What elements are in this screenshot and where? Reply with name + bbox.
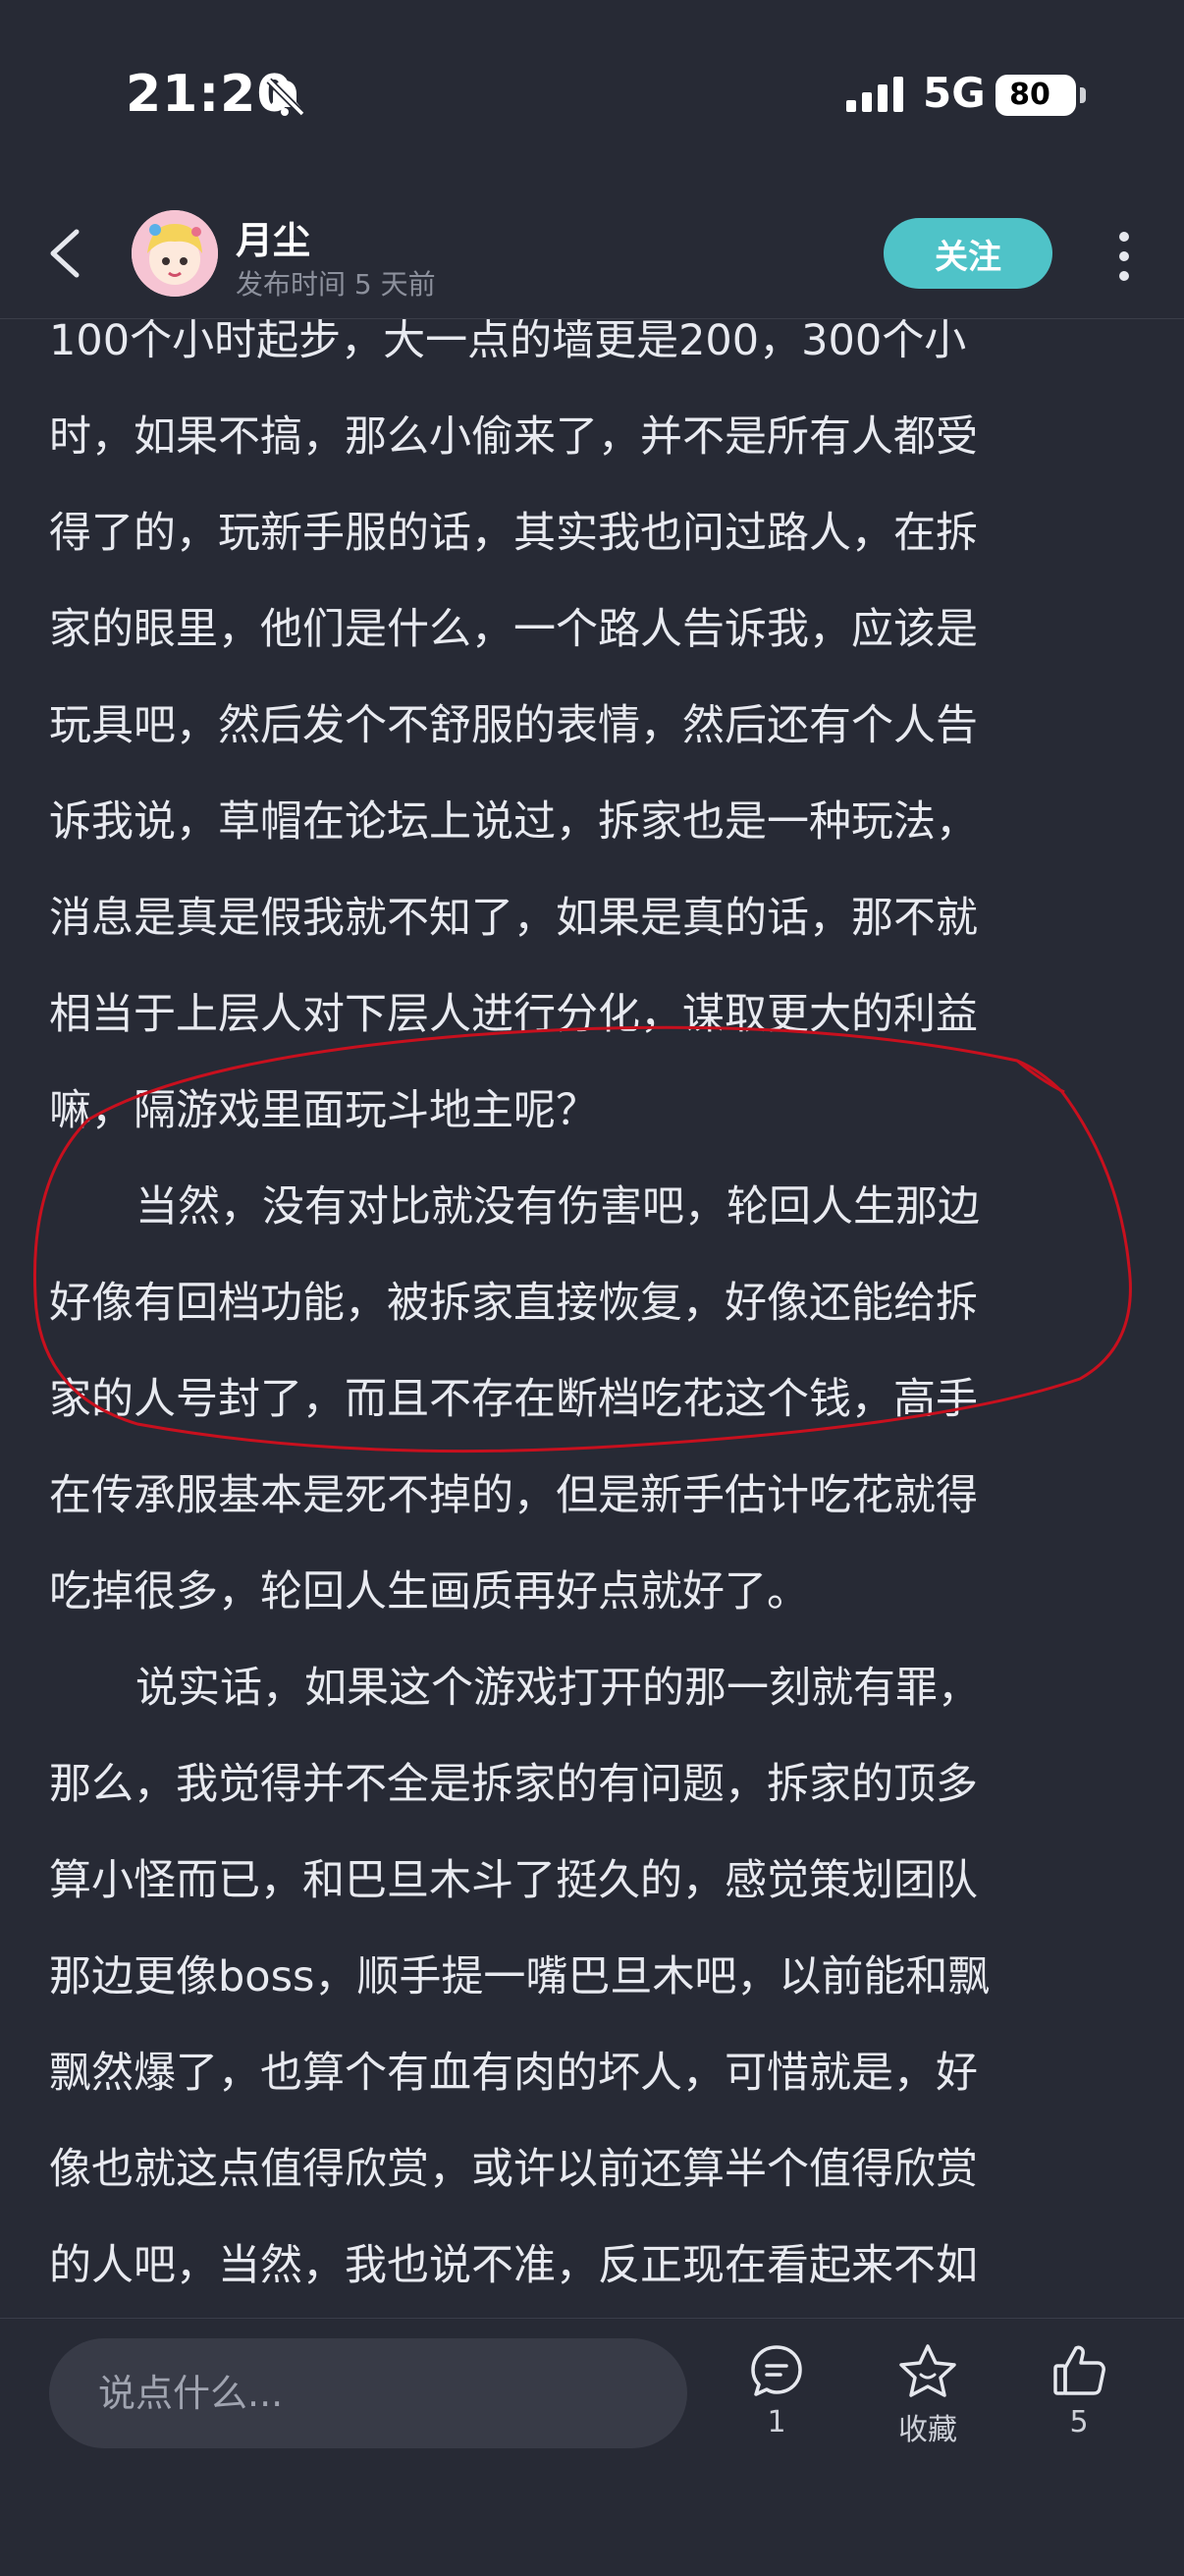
comment-icon	[751, 2345, 802, 2396]
article-line: 说实话，如果这个游戏打开的那一刻就有罪，	[135, 1664, 980, 1713]
favorite-button[interactable]: 收藏	[874, 2342, 982, 2448]
article-line: 100个小时起步，大一点的墙更是200，300个小	[49, 316, 967, 365]
article-line: 像也就这点值得欣赏，或许以前还算半个值得欣赏	[49, 2145, 978, 2194]
favorite-label: 收藏	[898, 2413, 957, 2447]
article-line: 玩具吧，然后发个不舒服的表情，然后还有个人告	[49, 701, 978, 750]
publish-time: 发布时间 5 天前	[236, 268, 436, 301]
article-line: 吃掉很多，轮回人生画质再好点就好了。	[49, 1567, 809, 1617]
article-line: 在传承服基本是死不掉的，但是新手估计吃花就得	[49, 1471, 978, 1520]
article-line: 家的人号封了，而且不存在断档吃花这个钱，高手	[49, 1375, 978, 1424]
author-name[interactable]: 月尘	[236, 210, 310, 264]
article-line: 相当于上层人对下层人进行分化，谋取更大的利益	[49, 990, 978, 1039]
battery-icon: 80	[996, 75, 1086, 116]
thumbs-up-icon	[1053, 2345, 1105, 2395]
article-line: 时，如果不搞，那么小偷来了，并不是所有人都受	[49, 412, 978, 462]
article-line: 消息是真是假我就不知了，如果是真的话，那不就	[49, 894, 978, 943]
post-header: 月尘 发布时间 5 天前 关注	[0, 196, 1184, 319]
article-line: 当然，没有对比就没有伤害吧，轮回人生那边	[135, 1182, 980, 1232]
like-count: 5	[1069, 2405, 1089, 2439]
back-arrow-icon[interactable]	[37, 224, 96, 283]
star-icon	[899, 2344, 956, 2397]
article-line: 好像有回档功能，被拆家直接恢复，好像还能给拆	[49, 1279, 978, 1328]
comment-count: 1	[767, 2405, 786, 2439]
article-line: 那么，我觉得并不全是拆家的有问题，拆家的顶多	[49, 1760, 978, 1809]
article-line: 飘然爆了，也算个有血有肉的坏人，可惜就是，好	[49, 2049, 978, 2098]
comment-input[interactable]	[49, 2338, 687, 2448]
more-options-icon[interactable]	[1109, 226, 1139, 285]
article-line: 诉我说，草帽在论坛上说过，拆家也是一种玩法，	[49, 797, 978, 847]
avatar-image	[132, 210, 218, 297]
mute-bell-icon	[266, 78, 305, 117]
signal-icon	[846, 77, 903, 112]
comment-button[interactable]: 1	[723, 2342, 831, 2439]
article-line: 家的眼里，他们是什么，一个路人告诉我，应该是	[49, 605, 978, 654]
article-line: 的人吧，当然，我也说不准，反正现在看起来不如	[49, 2241, 978, 2290]
article-body: 100个小时起步，大一点的墙更是200，300个小 时，如果不搞，那么小偷来了，…	[0, 314, 1184, 2318]
article-line: 嘛，隔游戏里面玩斗地主呢？	[49, 1086, 598, 1135]
network-type: 5G	[923, 69, 986, 117]
article-line: 算小怪而已，和巴旦木斗了挺久的，感觉策划团队	[49, 1856, 978, 1905]
article-line: 得了的，玩新手服的话，其实我也问过路人，在拆	[49, 509, 978, 558]
article-text: 100个小时起步，大一点的墙更是200，300个小 时，如果不搞，那么小偷来了，…	[49, 314, 1149, 2314]
bottom-action-bar: 1 收藏 5	[0, 2318, 1184, 2576]
avatar[interactable]	[132, 210, 218, 297]
like-button[interactable]: 5	[1025, 2342, 1133, 2439]
battery-level: 80	[1009, 78, 1050, 112]
article-line: 那边更像boss，顺手提一嘴巴旦木吧，以前能和飘	[49, 1952, 991, 2001]
follow-button[interactable]: 关注	[884, 218, 1052, 289]
status-bar: 21:20 5G 80	[0, 0, 1184, 196]
